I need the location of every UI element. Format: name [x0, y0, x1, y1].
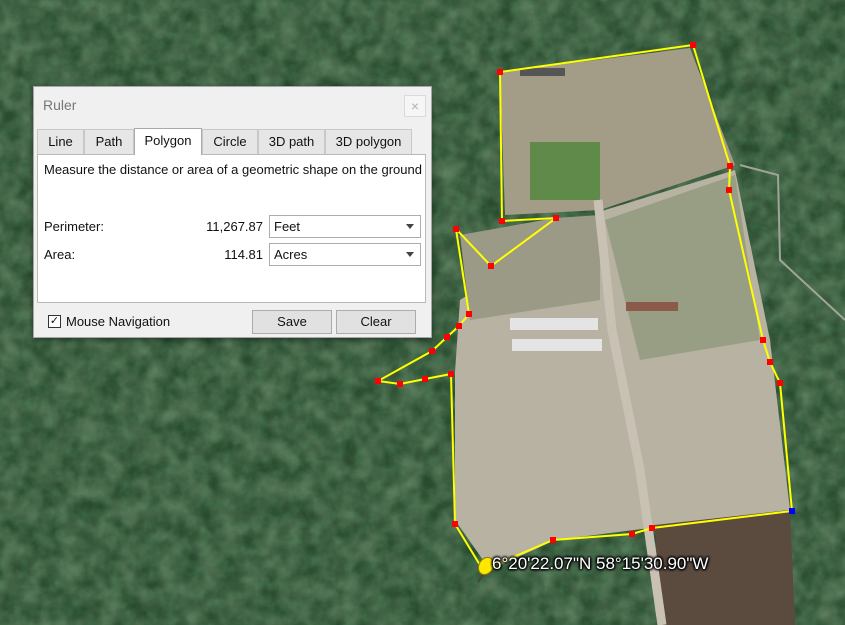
perimeter-value: 11,267.87 [206, 219, 263, 234]
area-value: 114.81 [224, 247, 263, 262]
coordinate-readout: 6°20'22.07"N 58°15'30.90"W [492, 554, 709, 573]
tab-3d-path[interactable]: 3D path [258, 129, 325, 154]
area-unit-value: Acres [274, 247, 308, 262]
ruler-dialog[interactable]: Ruler × Line Path Polygon Circle 3D path… [33, 86, 432, 338]
vertex-handle[interactable] [456, 323, 462, 329]
vertex-handle[interactable] [497, 69, 503, 75]
vertex-handle[interactable] [444, 334, 450, 340]
vertex-handle[interactable] [448, 371, 454, 377]
vertex-handle[interactable] [397, 381, 403, 387]
description-text: Measure the distance or area of a geomet… [44, 162, 422, 177]
vertex-handle[interactable] [767, 359, 773, 365]
vertex-handle[interactable] [466, 311, 472, 317]
vertex-handle[interactable] [488, 263, 494, 269]
perimeter-unit-value: Feet [274, 219, 301, 234]
tab-3d-polygon[interactable]: 3D polygon [325, 129, 412, 154]
area-unit-select[interactable]: Acres [269, 243, 421, 266]
dialog-title: Ruler [43, 97, 77, 113]
tab-circle[interactable]: Circle [202, 129, 258, 154]
building [510, 318, 598, 330]
vertex-handle[interactable] [452, 521, 458, 527]
tab-path[interactable]: Path [84, 129, 134, 154]
vertex-handle[interactable] [422, 376, 428, 382]
save-button[interactable]: Save [252, 310, 332, 334]
vertex-handle[interactable] [629, 531, 635, 537]
vertex-handle[interactable] [690, 42, 696, 48]
vertex-handle[interactable] [429, 348, 435, 354]
vertex-handle[interactable] [760, 337, 766, 343]
area-label: Area: [44, 247, 76, 262]
perimeter-label: Perimeter: [44, 219, 104, 234]
vertex-handle[interactable] [453, 226, 459, 232]
vertex-handle[interactable] [726, 187, 732, 193]
vertex-handle[interactable] [649, 525, 655, 531]
perimeter-unit-select[interactable]: Feet [269, 215, 421, 238]
vertex-handle[interactable] [550, 537, 556, 543]
green-field [530, 142, 600, 200]
tab-polygon[interactable]: Polygon [134, 128, 202, 155]
vertex-handle[interactable] [499, 218, 505, 224]
tab-line[interactable]: Line [37, 129, 84, 154]
clear-button[interactable]: Clear [336, 310, 416, 334]
vertex-handle[interactable] [727, 163, 733, 169]
chevron-down-icon [406, 252, 414, 257]
dialog-titlebar[interactable]: Ruler × [34, 87, 431, 123]
tab-panel-polygon: Measure the distance or area of a geomet… [37, 154, 426, 303]
building [512, 339, 602, 351]
chevron-down-icon [406, 224, 414, 229]
mouse-navigation-checkbox[interactable]: ✓ [48, 315, 61, 328]
vertex-handle[interactable] [777, 380, 783, 386]
active-vertex-handle[interactable] [789, 508, 795, 514]
building [626, 302, 678, 311]
mouse-navigation-label[interactable]: Mouse Navigation [66, 314, 170, 329]
close-icon[interactable]: × [404, 95, 426, 117]
vertex-handle[interactable] [375, 378, 381, 384]
vertex-handle[interactable] [553, 215, 559, 221]
